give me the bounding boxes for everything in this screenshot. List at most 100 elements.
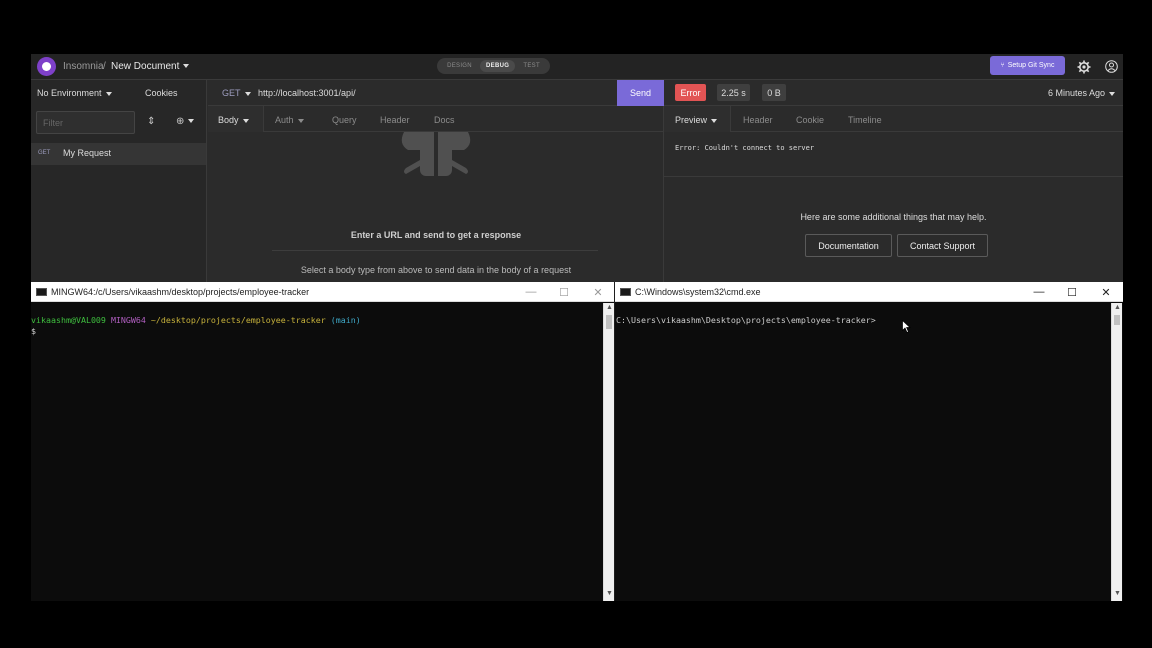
scrollbar-thumb[interactable] [1114,315,1120,325]
filter-input[interactable] [36,111,135,134]
chevron-down-icon [105,91,112,96]
terminal-input-line[interactable]: $ [31,326,36,336]
close-icon[interactable]: ✕ [590,284,606,300]
status-badge: Error [675,84,706,101]
insomnia-logo-icon[interactable] [37,57,56,76]
chevron-down-icon [711,118,718,123]
tab-body-label: Body [218,115,239,125]
mingw-terminal-window: MINGW64:/c/Users/vikaashm/desktop/projec… [31,282,615,601]
contact-support-button[interactable]: Contact Support [897,234,988,257]
empty-response-hint: Enter a URL and send to get a response [350,230,522,240]
response-pane: Error 2.25 s 0 B 6 Minutes Ago Preview H… [664,80,1123,282]
tab-response-header[interactable]: Header [743,115,773,125]
environment-selector[interactable]: No Environment [37,88,112,98]
tab-cookie[interactable]: Cookie [796,115,824,125]
documentation-button[interactable]: Documentation [805,234,892,257]
cmd-window-title: C:\Windows\system32\cmd.exe [635,287,761,297]
cmd-terminal-window: C:\Windows\system32\cmd.exe — ☐ ✕ C:\Use… [615,282,1123,601]
document-name-label: New Document [111,61,180,72]
tab-timeline[interactable]: Timeline [848,115,882,125]
document-name[interactable]: New Document [111,61,190,72]
bug-illustration-icon [401,132,471,176]
cookies-button[interactable]: Cookies [145,88,178,98]
chevron-down-icon [244,91,251,96]
chevron-down-icon [183,64,190,69]
account-icon[interactable] [1103,58,1120,75]
error-message: Error: Couldn't connect to server [675,144,815,152]
method-label: GET [222,88,241,98]
chevron-down-icon [188,119,195,124]
mingw-window-title: MINGW64:/c/Users/vikaashm/desktop/projec… [51,287,310,297]
scroll-down-icon[interactable]: ▼ [606,590,613,597]
help-text: Here are some additional things that may… [800,212,987,222]
tab-preview[interactable]: Preview [675,115,718,125]
maximize-icon[interactable]: ☐ [1064,284,1080,300]
divider [272,250,598,251]
response-size-badge: 0 B [762,84,786,101]
request-name: My Request [63,148,112,158]
prompt-user: vikaashm@VAL009 [31,315,106,325]
tab-docs[interactable]: Docs [434,115,455,125]
method-selector[interactable]: GET [222,88,251,98]
close-icon[interactable]: ✕ [1098,284,1114,300]
chevron-down-icon [1109,91,1116,96]
request-method-badge: GET [38,150,51,156]
mode-debug[interactable]: DEBUG [480,60,516,72]
terminal-icon [36,288,47,296]
response-status-bar: Error 2.25 s 0 B 6 Minutes Ago [664,80,1123,106]
url-bar: GET http://localhost:3001/api/ Send [208,80,664,106]
tab-preview-label: Preview [675,115,708,125]
mingw-scrollbar[interactable]: ▲ ▼ [603,303,614,601]
insomnia-window: Insomnia / New Document DESIGN DEBUG TES… [31,54,1123,282]
response-history-selector[interactable]: 6 Minutes Ago [1048,88,1116,98]
minimize-icon[interactable]: — [523,284,539,300]
terminal-icon [620,288,631,296]
prompt-shell: MINGW64 [110,315,146,325]
send-button[interactable]: Send [617,80,664,106]
scrollbar-thumb[interactable] [606,315,612,329]
app-name[interactable]: Insomnia [63,61,104,72]
response-tabs: Preview Header Cookie Timeline [664,106,1123,132]
tab-header[interactable]: Header [380,115,410,125]
cmd-scrollbar[interactable]: ▲ ▼ [1111,303,1122,601]
environment-label: No Environment [37,88,102,98]
gear-icon[interactable] [1075,58,1092,75]
cmd-title-bar[interactable]: C:\Windows\system32\cmd.exe — ☐ ✕ [615,282,1123,302]
divider [664,176,1123,177]
prompt-branch: (main) [330,315,361,325]
add-request-icon[interactable]: ⊕ [176,116,195,127]
mouse-pointer-icon [902,320,911,333]
mingw-title-bar[interactable]: MINGW64:/c/Users/vikaashm/desktop/projec… [31,282,615,302]
git-sync-label: Setup Git Sync [1007,62,1055,69]
request-tabs: Body Auth Query Header Docs [208,106,664,132]
sort-icon[interactable]: ⇕ [147,116,155,127]
request-pane: GET http://localhost:3001/api/ Send Body… [208,80,664,282]
tab-auth-label: Auth [275,115,294,125]
mode-switcher: DESIGN DEBUG TEST [437,58,550,74]
prompt-path: ~/desktop/projects/employee-tracker [150,315,326,325]
git-branch-icon: ⑂ [1000,62,1005,69]
chevron-down-icon [242,118,249,123]
terminal-prompt-line: vikaashm@VAL009 MINGW64 ~/desktop/projec… [31,315,361,325]
cmd-prompt-line[interactable]: C:\Users\vikaashm\Desktop\projects\emplo… [616,315,876,325]
response-time-ago: 6 Minutes Ago [1048,88,1106,98]
scroll-down-icon[interactable]: ▼ [1114,590,1121,597]
mode-test[interactable]: TEST [517,60,546,72]
top-bar: Insomnia / New Document DESIGN DEBUG TES… [31,54,1123,80]
tab-auth[interactable]: Auth [275,115,304,125]
chevron-down-icon [297,118,304,123]
mode-design[interactable]: DESIGN [441,60,478,72]
scroll-up-icon[interactable]: ▲ [606,304,613,311]
maximize-icon[interactable]: ☐ [556,284,572,300]
tab-query[interactable]: Query [332,115,357,125]
sidebar: No Environment Cookies ⇕ ⊕ GET My Reques… [31,80,207,282]
minimize-icon[interactable]: — [1031,284,1047,300]
breadcrumb-separator: / [103,61,106,72]
setup-git-sync-button[interactable]: ⑂ Setup Git Sync [990,56,1065,75]
scroll-up-icon[interactable]: ▲ [1114,304,1121,311]
response-time-badge: 2.25 s [717,84,750,101]
tab-body[interactable]: Body [218,115,249,125]
url-input[interactable]: http://localhost:3001/api/ [258,88,356,98]
sidebar-item-my-request[interactable]: GET My Request [31,143,206,165]
prompt-symbol: $ [31,326,36,336]
